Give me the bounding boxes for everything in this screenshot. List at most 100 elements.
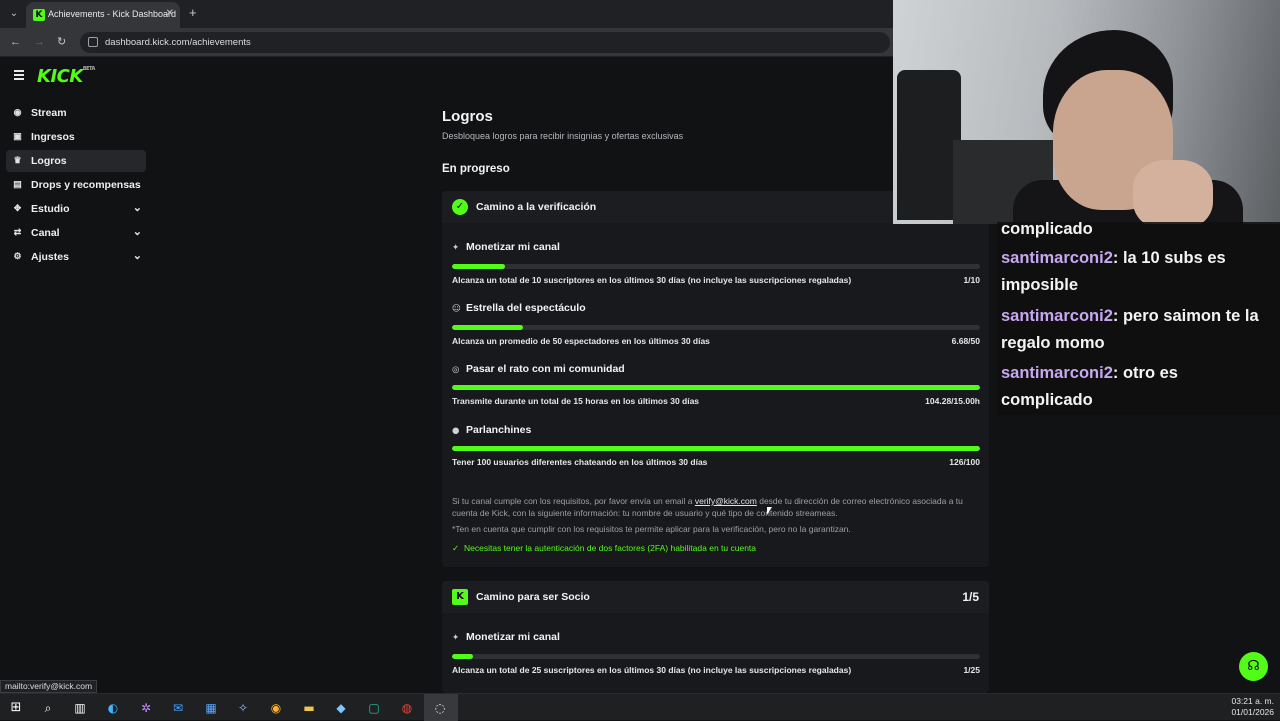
chevron-down-icon[interactable]: ⌄ [133,201,142,214]
tab-search-chevron-icon[interactable]: ⌄ [6,6,22,22]
sidebar-item-canal[interactable]: ⇄ Canal ⌄ [6,222,146,244]
achievement-description: Tener 100 usuarios diferentes chateando … [452,457,708,467]
gift-icon: ▤ [13,179,22,189]
note-text: Si tu canal cumple con los requisitos, p… [452,496,695,506]
progress-fill [452,325,523,330]
progress-fill [452,264,505,269]
chat-message: santimarconi2: la 10 subs es imposible [1001,245,1273,299]
pycharm-icon[interactable]: ▢ [364,698,384,718]
page-title: Logros [442,108,493,125]
task-view-icon[interactable]: ▥ [70,698,90,718]
new-tab-icon[interactable]: + [189,6,197,20]
chevron-down-icon[interactable]: ⌄ [133,225,142,238]
store-icon[interactable]: ▦ [201,698,221,718]
sidebar-item-label: Stream [31,107,67,119]
achievement-title-text: Estrella del espectáculo [466,302,586,314]
sparkle-icon: ✦ [452,633,460,643]
browser-tab-strip: ⌄ K Achievements - Kick Dashboard ✕ + [0,0,893,28]
browser-tab[interactable]: K Achievements - Kick Dashboard ✕ [26,2,180,28]
card-title: Camino para ser Socio [476,591,590,603]
chrome-icon[interactable]: ◍ [397,698,417,718]
sparkle-icon: ✦ [452,243,460,253]
section-title: En progreso [442,163,510,175]
sidebar-item-logros[interactable]: ♛ Logros [6,150,146,172]
edge-icon[interactable]: ◐ [103,698,123,718]
mail-icon[interactable]: ✉ [168,698,188,718]
notes-icon[interactable]: ◆ [331,698,351,718]
achievement-title-text: Parlanchines [466,424,532,436]
site-info-icon[interactable] [88,37,98,47]
progress-bar [452,446,980,451]
reload-icon[interactable]: ↻ [57,35,66,49]
studio-icon: ✥ [13,203,22,213]
obs-icon[interactable]: ◌ [430,698,450,718]
chevron-down-icon[interactable]: ⌄ [133,249,142,262]
page-subtitle: Desbloquea logros para recibir insignias… [442,131,684,141]
hamburger-menu-icon[interactable] [14,70,24,80]
progress-bar [452,385,980,390]
copilot-icon[interactable]: ✲ [136,698,156,718]
viewers-icon: ☺ [452,304,461,314]
achievement-description: Alcanza un total de 25 suscriptores en l… [452,665,852,675]
url-input[interactable]: dashboard.kick.com/achievements [80,32,890,53]
chat-overlay: complicado santimarconi2: la 10 subs es … [997,220,1280,415]
achievement-description: Alcanza un promedio de 50 espectadores e… [452,336,710,346]
income-icon: ▣ [13,131,22,141]
forward-arrow-icon[interactable]: → [34,35,45,49]
chat-username: santimarconi2 [1001,307,1113,325]
achievement-title: ◎ Pasar el rato con mi comunidad [452,363,625,375]
achievement-value: 104.28/15.00h [925,396,980,406]
browser-app-icon[interactable]: ◉ [266,698,286,718]
achievement-title: ☺ Estrella del espectáculo [452,302,586,314]
achievement-title: ✦ Monetizar mi canal [452,631,560,643]
verified-badge-icon: ✓ [452,199,468,215]
taskbar: ⊞ ⌕ ▥ ◐ ✲ ✉ ▦ ✧ ◉ ▬ ◆ ▢ ◍ ◌ 03:21 a. m. 0… [0,693,1280,721]
windows-start-icon[interactable]: ⊞ [6,698,26,718]
gear-icon: ⚙ [13,251,22,261]
webcam-person-hand [1133,160,1213,224]
clock-date: 01/01/2026 [1231,707,1274,717]
achievement-description: Transmite durante un total de 15 horas e… [452,396,700,406]
app-icon[interactable]: ✧ [233,698,253,718]
broadcast-icon: ◎ [452,365,460,375]
sidebar-item-label: Estudio [31,203,70,215]
progress-fill [452,654,474,659]
sidebar-item-stream[interactable]: ◉ Stream [6,102,146,124]
back-arrow-icon[interactable]: ← [10,35,21,49]
achievement-value: 1/25 [963,665,980,675]
kick-logo[interactable]: KICKBETA [37,66,95,87]
achievement-description: Alcanza un total de 10 suscriptores en l… [452,275,852,285]
sidebar-item-drops[interactable]: ▤ Drops y recompensas [6,174,146,196]
card-title: Camino a la verificación [476,201,597,213]
email-link[interactable]: verify@kick.com [695,496,757,506]
trophy-icon: ♛ [13,155,22,165]
support-chat-button[interactable]: ☊ [1239,652,1268,681]
url-text: dashboard.kick.com/achievements [105,37,251,48]
link-status-bar: mailto:verify@kick.com [0,680,98,693]
channel-icon: ⇄ [13,227,22,237]
file-explorer-icon[interactable]: ▬ [299,698,319,718]
mouse-cursor [767,507,772,515]
card-header[interactable]: K Camino para ser Socio 1/5 [442,581,989,613]
logo-text: KICK [37,66,83,87]
card-count: 1/5 [962,590,979,604]
system-clock[interactable]: 03:21 a. m. 01/01/2026 [1231,696,1274,718]
sidebar-item-ajustes[interactable]: ⚙ Ajustes ⌄ [6,246,146,268]
webcam-hanging-shirt [897,70,961,220]
sidebar-item-ingresos[interactable]: ▣ Ingresos [6,126,146,148]
clock-time: 03:21 a. m. [1231,696,1274,706]
chat-icon: ● [452,426,460,436]
partner-card: K Camino para ser Socio 1/5 ✦ Monetizar m… [442,581,989,693]
tab-close-icon[interactable]: ✕ [166,8,174,19]
chat-message: santimarconi2: pero saimon te la regalo … [1001,303,1273,357]
sidebar-item-estudio[interactable]: ✥ Estudio ⌄ [6,198,146,220]
checkmark-icon: ✓ [452,544,460,554]
verification-card: ✓ Camino a la verificación ✦ Monetizar mi… [442,191,989,567]
2fa-requirement: ✓ Necesitas tener la autenticación de dos… [452,543,756,554]
achievement-value: 126/100 [949,457,980,467]
progress-bar [452,264,980,269]
chat-username: santimarconi2 [1001,249,1113,267]
chat-username: santimarconi2 [1001,364,1113,382]
search-icon[interactable]: ⌕ [38,698,58,718]
kick-logo-icon: K [452,589,468,605]
